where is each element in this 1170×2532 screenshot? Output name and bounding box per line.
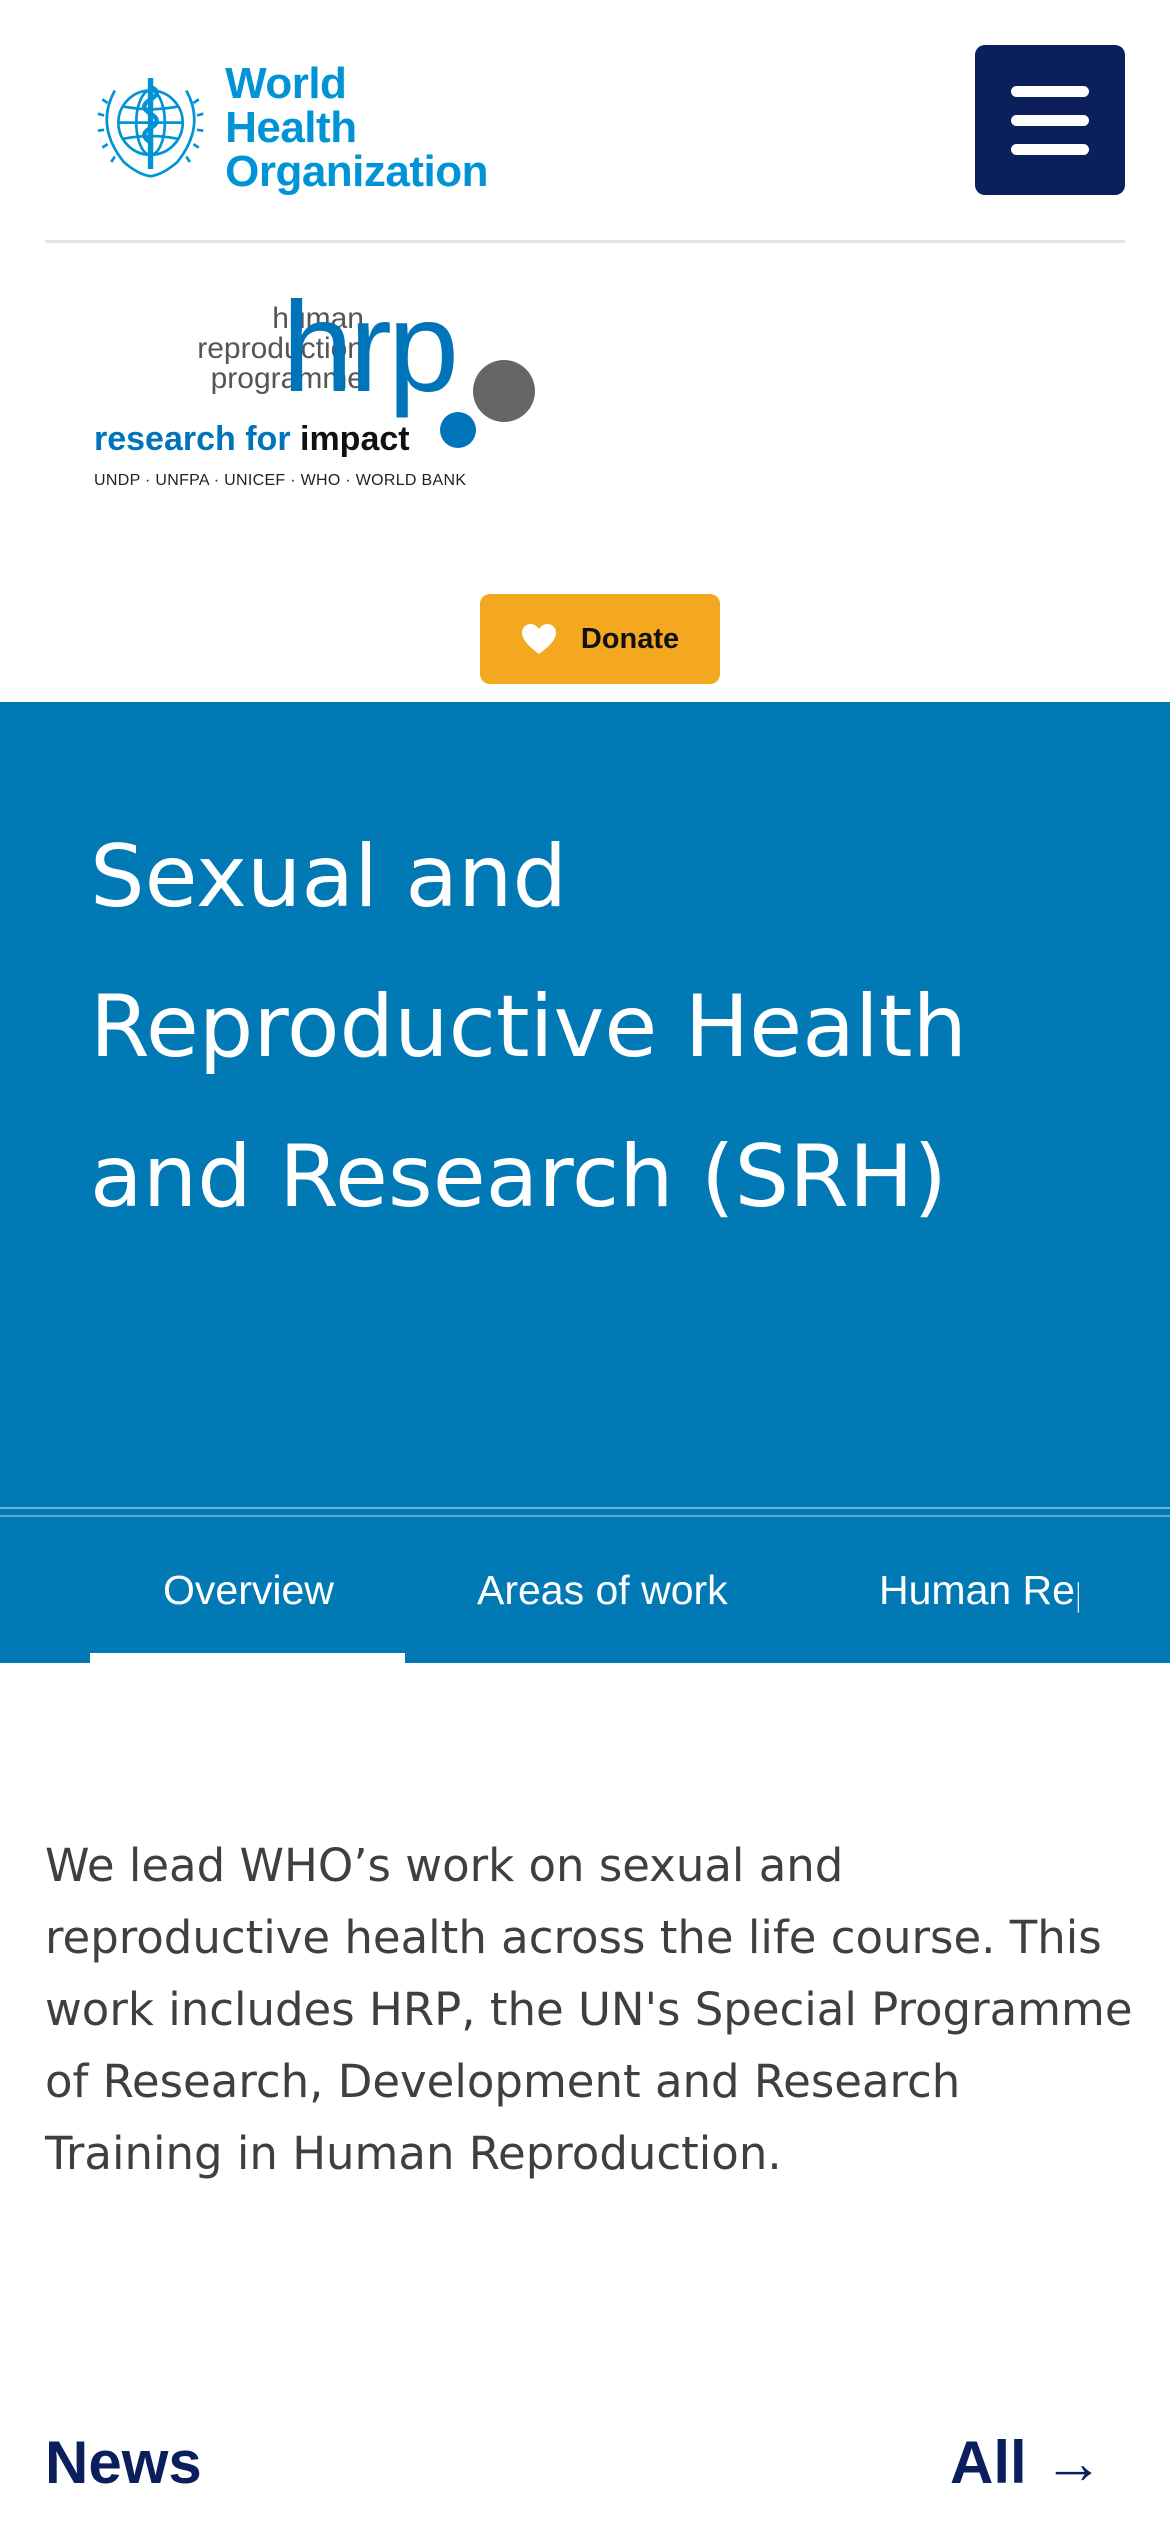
donate-label: Donate xyxy=(580,622,680,655)
all-news-link[interactable]: All → xyxy=(950,2428,1103,2497)
hrp-tagline-impact: impact xyxy=(300,420,410,458)
intro-paragraph: We lead WHO’s work on sexual and reprodu… xyxy=(45,1839,1133,2180)
hrp-partners: UNDP · UNFPA · UNICEF · WHO · WORLD BANK xyxy=(94,472,467,489)
tab-bar: Overview Areas of work Human Reproductio… xyxy=(0,1507,1170,1663)
tab-human-reproduction-programme[interactable]: Human Reproduction Programme xyxy=(879,1567,1079,1614)
hamburger-menu-icon-bar xyxy=(1011,114,1089,126)
hamburger-menu-icon xyxy=(1011,85,1089,97)
who-wordmark-line1: World Health xyxy=(225,59,357,152)
hrp-grey-dot xyxy=(473,360,535,422)
who-emblem-icon xyxy=(97,77,204,178)
tab-areas-of-work[interactable]: Areas of work xyxy=(477,1567,728,1614)
page-title: Sexual and Reproductive Health and Resea… xyxy=(90,827,968,1227)
active-tab-indicator xyxy=(90,1653,405,1663)
heart-icon xyxy=(521,624,556,654)
hrp-blue-dot xyxy=(440,412,476,448)
news-heading: News xyxy=(45,2429,202,2496)
who-wordmark: World Health Organization xyxy=(225,62,488,194)
tab-bar-divider xyxy=(0,1507,1170,1509)
header-divider xyxy=(45,240,1125,243)
hrp-wordmark: hrp xyxy=(282,276,459,419)
who-logo[interactable]: World Health Organization xyxy=(88,62,488,194)
tab-bar-divider-secondary xyxy=(0,1515,1170,1517)
hamburger-menu-icon-bar xyxy=(1011,143,1089,155)
tab-overview[interactable]: Overview xyxy=(163,1567,334,1614)
menu-button[interactable] xyxy=(975,45,1125,195)
who-wordmark-line2: Organization xyxy=(225,147,488,196)
hero-banner: Sexual and Reproductive Health and Resea… xyxy=(0,702,1170,1507)
hrp-logo[interactable]: human reproduction programme hrp researc… xyxy=(90,284,540,500)
hrp-tagline: research for impact xyxy=(94,420,410,459)
hrp-tagline-research: research for xyxy=(94,420,300,458)
donate-button[interactable]: Donate xyxy=(480,594,720,684)
site-header: World Health Organization xyxy=(0,0,1170,243)
